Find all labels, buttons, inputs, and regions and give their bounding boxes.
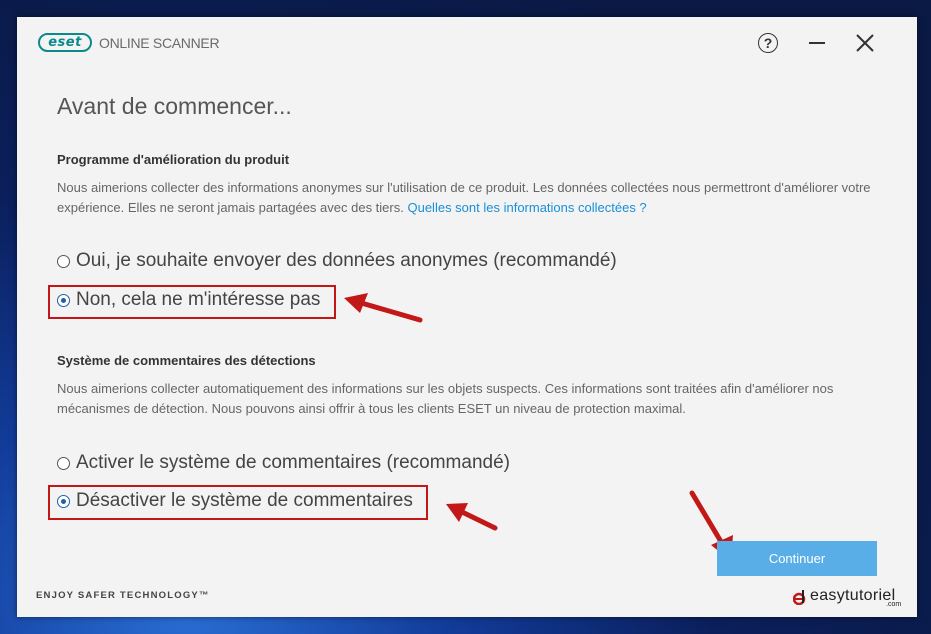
logo-text: eset [48, 35, 82, 50]
watermark-text: easytutoriel [810, 587, 896, 604]
easytutoriel-icon [793, 590, 806, 605]
radio-unchecked-icon [57, 456, 70, 470]
radio-checked-icon [57, 494, 70, 508]
radio-send-data-yes[interactable]: Oui, je souhaite envoyer des données ano… [57, 250, 617, 272]
page-title: Avant de commencer... [57, 93, 292, 119]
app-window: eset ONLINE SCANNER ? Avant de commencer… [17, 17, 917, 617]
radio-label: Non, cela ne m'intéresse pas [76, 289, 321, 310]
info-collected-link[interactable]: Quelles sont les informations collectées… [407, 200, 646, 215]
section-description-improvement: Nous aimerions collecter des information… [57, 178, 877, 218]
eset-logo: eset [38, 33, 92, 52]
close-icon [856, 34, 874, 52]
section-title-improvement: Programme d'amélioration du produit [57, 152, 290, 167]
radio-feedback-enable[interactable]: Activer le système de commentaires (reco… [57, 452, 510, 474]
radio-send-data-no[interactable]: Non, cela ne m'intéresse pas [57, 289, 320, 311]
arrow-annotation-icon [344, 293, 423, 323]
titlebar: eset ONLINE SCANNER ? [17, 17, 917, 67]
watermark-logo: easytutoriel .com [793, 587, 901, 608]
continue-button[interactable]: Continuer [717, 541, 877, 576]
section-title-detection: Système de commentaires des détections [57, 353, 316, 368]
product-name: ONLINE SCANNER [99, 35, 220, 51]
minimize-button[interactable] [802, 29, 832, 57]
help-icon: ? [758, 33, 778, 53]
radio-label: Activer le système de commentaires (reco… [76, 452, 510, 473]
radio-unchecked-icon [57, 254, 70, 268]
close-button[interactable] [850, 29, 880, 57]
radio-label: Oui, je souhaite envoyer des données ano… [76, 250, 617, 271]
help-button[interactable]: ? [753, 29, 783, 57]
arrow-annotation-icon [446, 503, 498, 531]
footer-tagline: ENJOY SAFER TECHNOLOGY™ [36, 590, 210, 601]
radio-feedback-disable[interactable]: Désactiver le système de commentaires [57, 490, 413, 512]
watermark-sub: .com [886, 601, 902, 608]
section-description-detection: Nous aimerions collecter automatiquement… [57, 381, 834, 416]
radio-checked-icon [57, 293, 70, 307]
minimize-icon [809, 42, 825, 44]
radio-label: Désactiver le système de commentaires [76, 490, 413, 511]
